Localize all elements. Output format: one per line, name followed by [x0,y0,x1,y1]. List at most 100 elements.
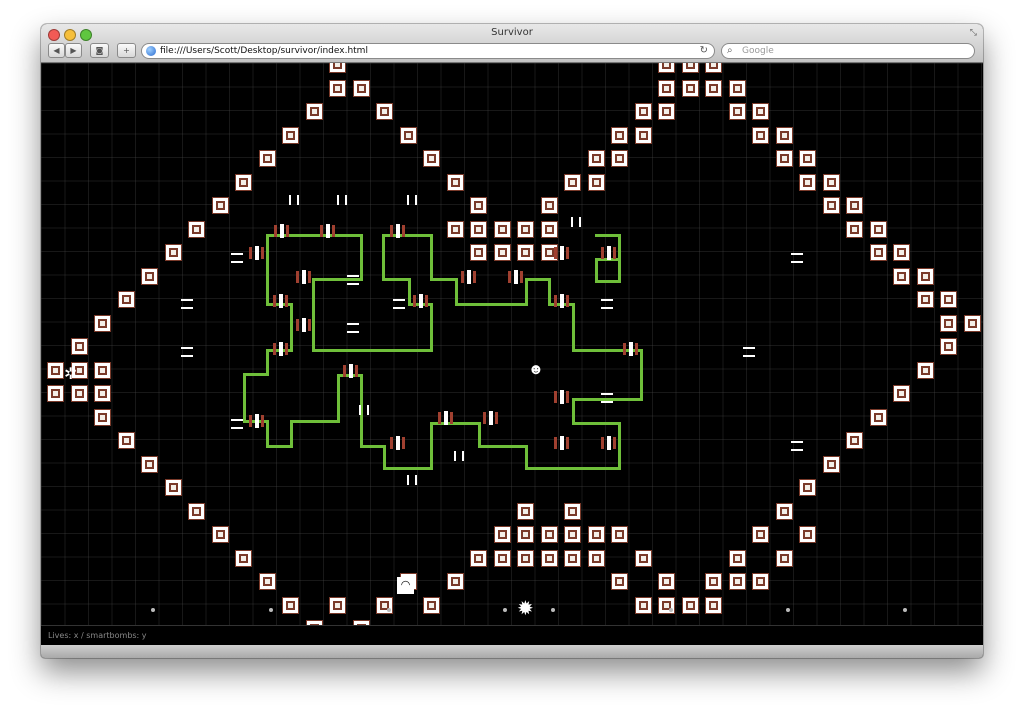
turret [247,246,267,260]
turret [621,342,641,356]
turret [247,414,267,428]
asteroid-block [94,314,111,332]
enemy-ship-icon: ✲ [64,366,78,383]
asteroid-block [305,103,323,120]
enemy-bullet [337,195,339,205]
base-wall [455,278,458,306]
search-placeholder: Google [742,46,774,56]
asteroid-block [705,63,722,73]
asteroid-block [799,526,816,543]
asteroid-block [164,479,182,496]
enemy-bullet [347,331,359,333]
asteroid-block [329,596,346,614]
forward-button[interactable]: ▶ [65,43,82,58]
asteroid-block [470,197,487,214]
asteroid-block [869,244,887,261]
asteroid-block [235,173,252,191]
asteroid-block [822,455,840,473]
enemy-bullet [791,253,803,255]
asteroid-block [705,573,722,590]
asteroid-block [446,173,464,191]
base-wall [382,234,385,281]
turret [599,246,619,260]
enemy-bullet [345,195,347,205]
turret [294,270,314,284]
asteroid-block [493,526,511,543]
enemy-bullet [289,195,291,205]
asteroid-block [587,526,605,543]
asteroid-block [399,126,417,144]
enemy-bullet [231,261,243,263]
asteroid-block [47,361,64,379]
turret [506,270,526,284]
turret [388,436,408,450]
asteroid-block [282,596,299,614]
enemy-bullet [367,405,369,415]
asteroid-block [564,502,581,520]
smartbomb-icon: ✹ [517,598,534,620]
status-bar: Lives: x / smartbombs: y [41,625,983,645]
asteroid-block [258,150,276,167]
game-canvas[interactable]: ☻ ✲ ✹ ◠ [41,63,983,625]
star-dot [903,608,907,612]
asteroid-block [47,385,64,402]
enemy-bullet [407,475,409,485]
fullscreen-icon[interactable]: ⤡ [970,27,977,38]
base-wall [290,420,340,423]
enemy-bullet [454,451,456,461]
enemy-bullet [231,419,243,421]
base-wall [572,303,575,352]
asteroid-block [799,173,816,191]
base-wall [572,422,621,425]
asteroid-block [352,79,370,97]
enemy-bullet [415,475,417,485]
enemy-bullet [181,355,193,357]
star-dot [551,608,555,612]
window-bottom-bar [41,645,983,658]
asteroid-block [634,126,652,144]
asteroid-block [681,79,699,97]
asteroid-block [728,103,746,120]
base-wall [430,303,433,352]
base-wall [430,278,458,281]
turret [272,224,292,238]
back-button[interactable]: ◀ [48,43,65,58]
enemy-bullet [743,347,755,349]
asteroid-block [94,385,111,402]
base-wall [312,278,315,352]
asteroid-block [141,455,158,473]
reload-icon[interactable]: ↻ [700,44,708,58]
asteroid-block [117,291,135,308]
star-dot [669,608,673,612]
enemy-bullet [231,253,243,255]
base-wall [337,374,340,423]
window-title: Survivor [491,27,533,38]
search-input[interactable]: ⌕ Google [721,43,975,59]
asteroid-block [634,103,652,120]
enemy-bullet [359,405,361,415]
enemy-bullet [579,217,581,227]
asteroid-block [94,361,111,379]
search-icon: ⌕ [727,45,733,56]
enemy-bullet [601,307,613,309]
asteroid-block [893,244,910,261]
eye-icon[interactable]: ◙ [90,43,109,58]
asteroid-block [141,267,158,285]
asteroid-block [70,385,88,402]
asteroid-block [869,408,887,426]
asteroid-block [940,314,957,332]
asteroid-block [846,432,863,449]
asteroid-block [822,197,840,214]
address-bar[interactable]: file:///Users/Scott/Desktop/survivor/ind… [141,43,715,59]
asteroid-block [752,126,769,144]
add-bookmark-button[interactable]: + [117,43,136,58]
status-text: Lives: x / smartbombs: y [48,631,147,640]
enemy-bullet [601,299,613,301]
asteroid-block [423,150,440,167]
asteroid-block [658,63,675,73]
asteroid-block [822,173,840,191]
turret [294,318,314,332]
player-ship: ☻ [528,361,544,378]
enemy-bullet [601,393,613,395]
enemy-bullet [231,427,243,429]
